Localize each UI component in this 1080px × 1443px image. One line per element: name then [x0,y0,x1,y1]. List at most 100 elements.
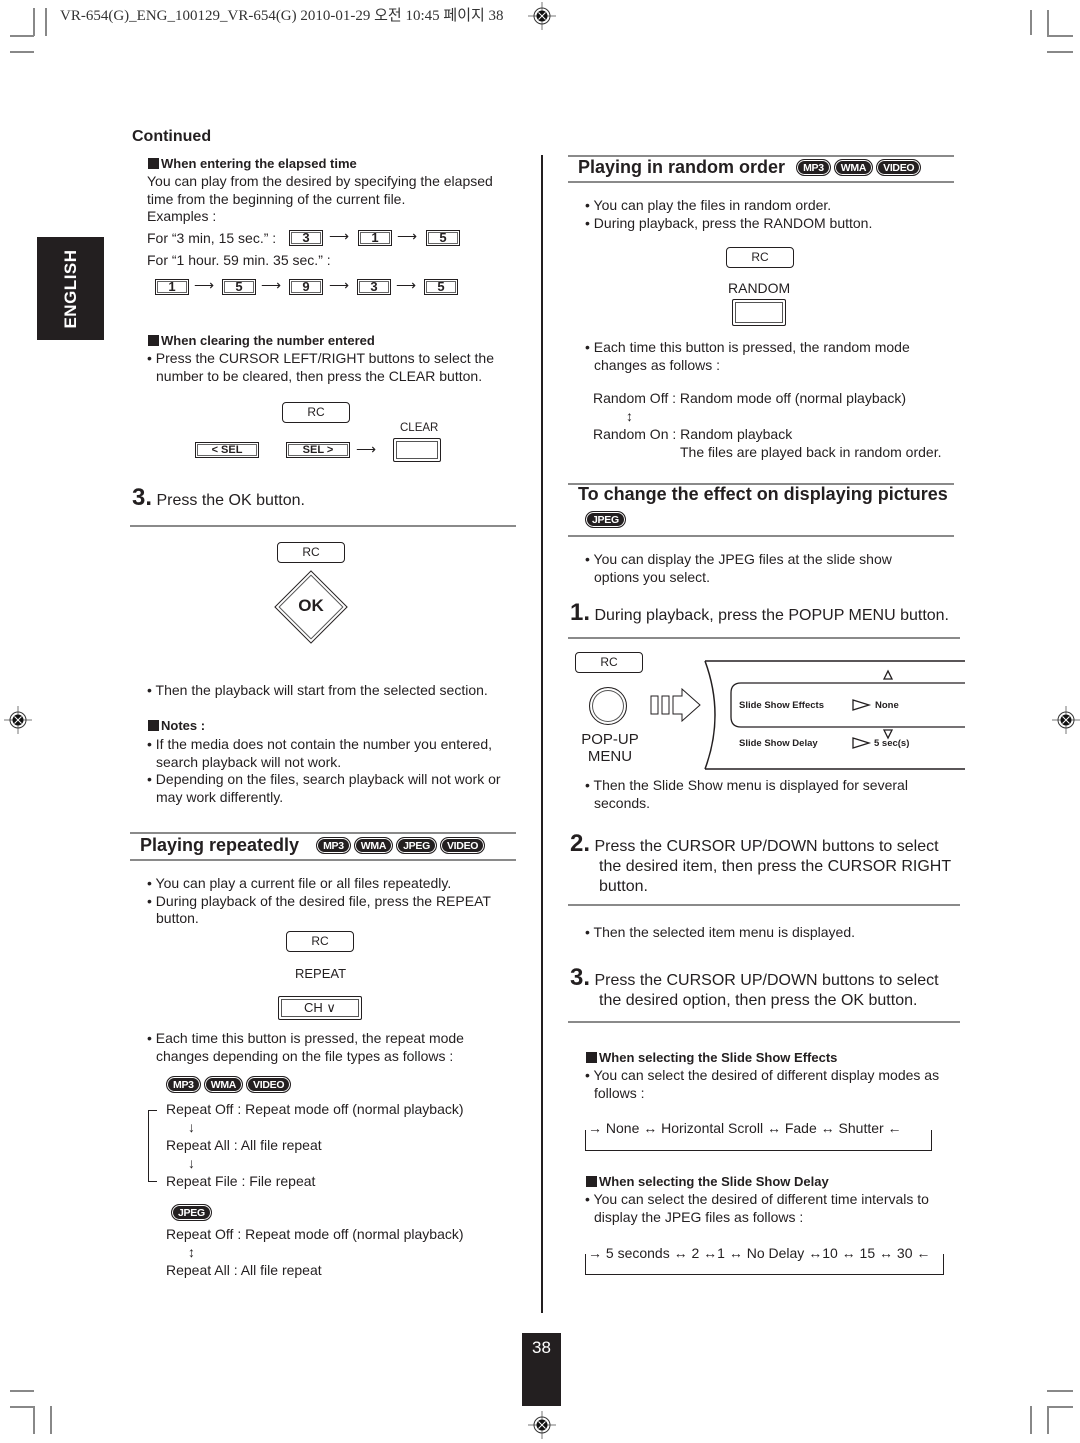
divider [130,525,516,527]
registration-mark-icon [528,2,556,30]
notes-list: • If the media does not contain the numb… [147,736,501,805]
number-key: 1 [155,279,189,295]
step2-right: 2. Press the CURSOR UP/DOWN buttons to s… [570,830,952,896]
random-off-text: Random Off : Random mode off (normal pla… [593,390,907,406]
random-mode-description: • Each time this button is pressed, the … [585,339,910,373]
sel-right-button[interactable]: SEL > [286,442,350,458]
crop-mark [10,1406,34,1408]
random-button[interactable] [732,299,786,326]
crop-mark [10,51,34,53]
random-on-description: The files are played back in random orde… [680,444,942,460]
delay-heading: When selecting the Slide Show Delay [586,1174,829,1189]
language-tab: ENGLISH [37,237,104,340]
rc-label: RC [726,247,794,268]
crop-mark [1047,1406,1073,1408]
proceeds-arrow-icon [650,688,701,722]
registration-mark-icon [1052,706,1080,734]
number-key: 5 [222,279,256,295]
section-bottom-rule [568,181,954,183]
crop-mark [1030,10,1032,35]
step3-right: 3. Press the CURSOR UP/DOWN buttons to s… [570,964,939,1010]
rc-label: RC [277,542,345,563]
rc-label: RC [282,402,350,423]
repeat-file-mp3: Repeat File : File repeat [166,1173,316,1189]
random-label: RANDOM [728,280,791,296]
badge-mp3: MP3 [316,837,351,854]
column-divider [541,155,543,1313]
then-playback-text: • Then the playback will start from the … [147,682,488,698]
step1-right: 1. During playback, press the POPUP MENU… [570,599,949,626]
effects-description: • You can select the desired of differen… [585,1067,940,1101]
crop-mark [1030,1406,1032,1434]
badge-video: VIDEO [246,1076,292,1093]
loop-bracket [148,1110,157,1182]
updown-arrow-icon: ↕ [626,408,633,424]
badge-jpeg: JPEG [396,837,437,854]
number-key: 3 [357,279,391,295]
example2-label: For “1 hour. 59 min. 35 sec.” : [147,252,331,268]
repeat-off-mp3: Repeat Off : Repeat mode off (normal pla… [166,1101,464,1117]
arrow-right-icon: ⟶ [329,228,350,244]
arrow-right-icon: ⟶ [194,277,215,293]
sel-left-button[interactable]: < SEL [195,442,259,458]
repeat-button[interactable]: CH ∨ [278,996,362,1020]
repeat-all-mp3: Repeat All : All file repeat [166,1137,322,1153]
crop-mark [10,35,34,37]
repeat-off-jpeg: Repeat Off : Repeat mode off (normal pla… [166,1226,464,1242]
repeat-mode-description: • Each time this button is pressed, the … [147,1030,464,1064]
delay-description: • You can select the desired of differen… [585,1191,929,1225]
elapsed-heading: When entering the elapsed time [148,156,357,171]
random-on-text: Random On : Random playback [593,426,793,442]
random-description: • You can play the files in random order… [585,197,873,231]
item-menu-displayed-text: • Then the selected item menu is display… [585,924,856,940]
page-number-tab: 38 [522,1333,561,1406]
notes-heading: Notes : [148,718,205,733]
crop-mark [45,8,47,36]
ok-button-label: OK [298,596,324,615]
badge-wma: WMA [833,159,874,176]
random-section-title: Playing in random order MP3 WMA VIDEO [578,157,922,178]
number-key: 1 [358,230,392,246]
repeat-description: • You can play a current file or all fil… [147,875,491,926]
effects-heading: When selecting the Slide Show Effects [586,1050,837,1065]
menu-row-effects-value: None [875,700,899,711]
arrow-right-icon: ⟶ [396,277,417,293]
number-key: 5 [426,230,460,246]
menu-row-delay-value: 5 sec(s) [874,738,910,749]
effect-description: • You can display the JPEG files at the … [585,551,892,585]
clear-button[interactable] [393,438,441,462]
badge-video: VIDEO [439,837,486,854]
badge-jpeg: JPEG [171,1204,212,1221]
loop-bracket [585,1130,932,1151]
badge-video: VIDEO [876,159,922,176]
popup-menu-button[interactable] [589,687,627,725]
elapsed-description: You can play from the desired by specify… [147,173,493,224]
popup-menu-label: POP-UP MENU [581,731,639,765]
crop-mark [33,8,35,36]
rc-label: RC [575,652,643,673]
rc-label: RC [286,931,354,952]
arrow-right-icon: ⟶ [261,277,282,293]
crop-mark [1047,10,1049,35]
crop-mark [1047,1390,1073,1392]
crop-mark [1047,35,1073,37]
slideshow-displayed-text: • Then the Slide Show menu is displayed … [585,777,908,811]
badge-wma: WMA [203,1076,244,1093]
divider [568,1021,960,1023]
clearing-description: • Press the CURSOR LEFT/RIGHT buttons to… [147,350,494,384]
arrow-right-icon: ⟶ [397,228,418,244]
section-bottom-rule [130,859,516,861]
menu-row-effects-label[interactable]: Slide Show Effects [739,700,824,711]
clear-label: CLEAR [400,422,439,434]
number-key: 3 [289,230,323,246]
divider [568,637,960,639]
crop-mark [1047,51,1073,53]
section-top-rule [130,832,516,834]
arrow-right-icon: ⟶ [356,441,377,457]
continued-label: Continued [132,128,212,145]
updown-arrow-icon: ↕ [188,1244,195,1260]
crop-mark [1047,1406,1049,1434]
number-key: 5 [424,279,458,295]
slide-show-menu-frame [704,660,965,770]
menu-row-delay-label[interactable]: Slide Show Delay [739,738,818,749]
